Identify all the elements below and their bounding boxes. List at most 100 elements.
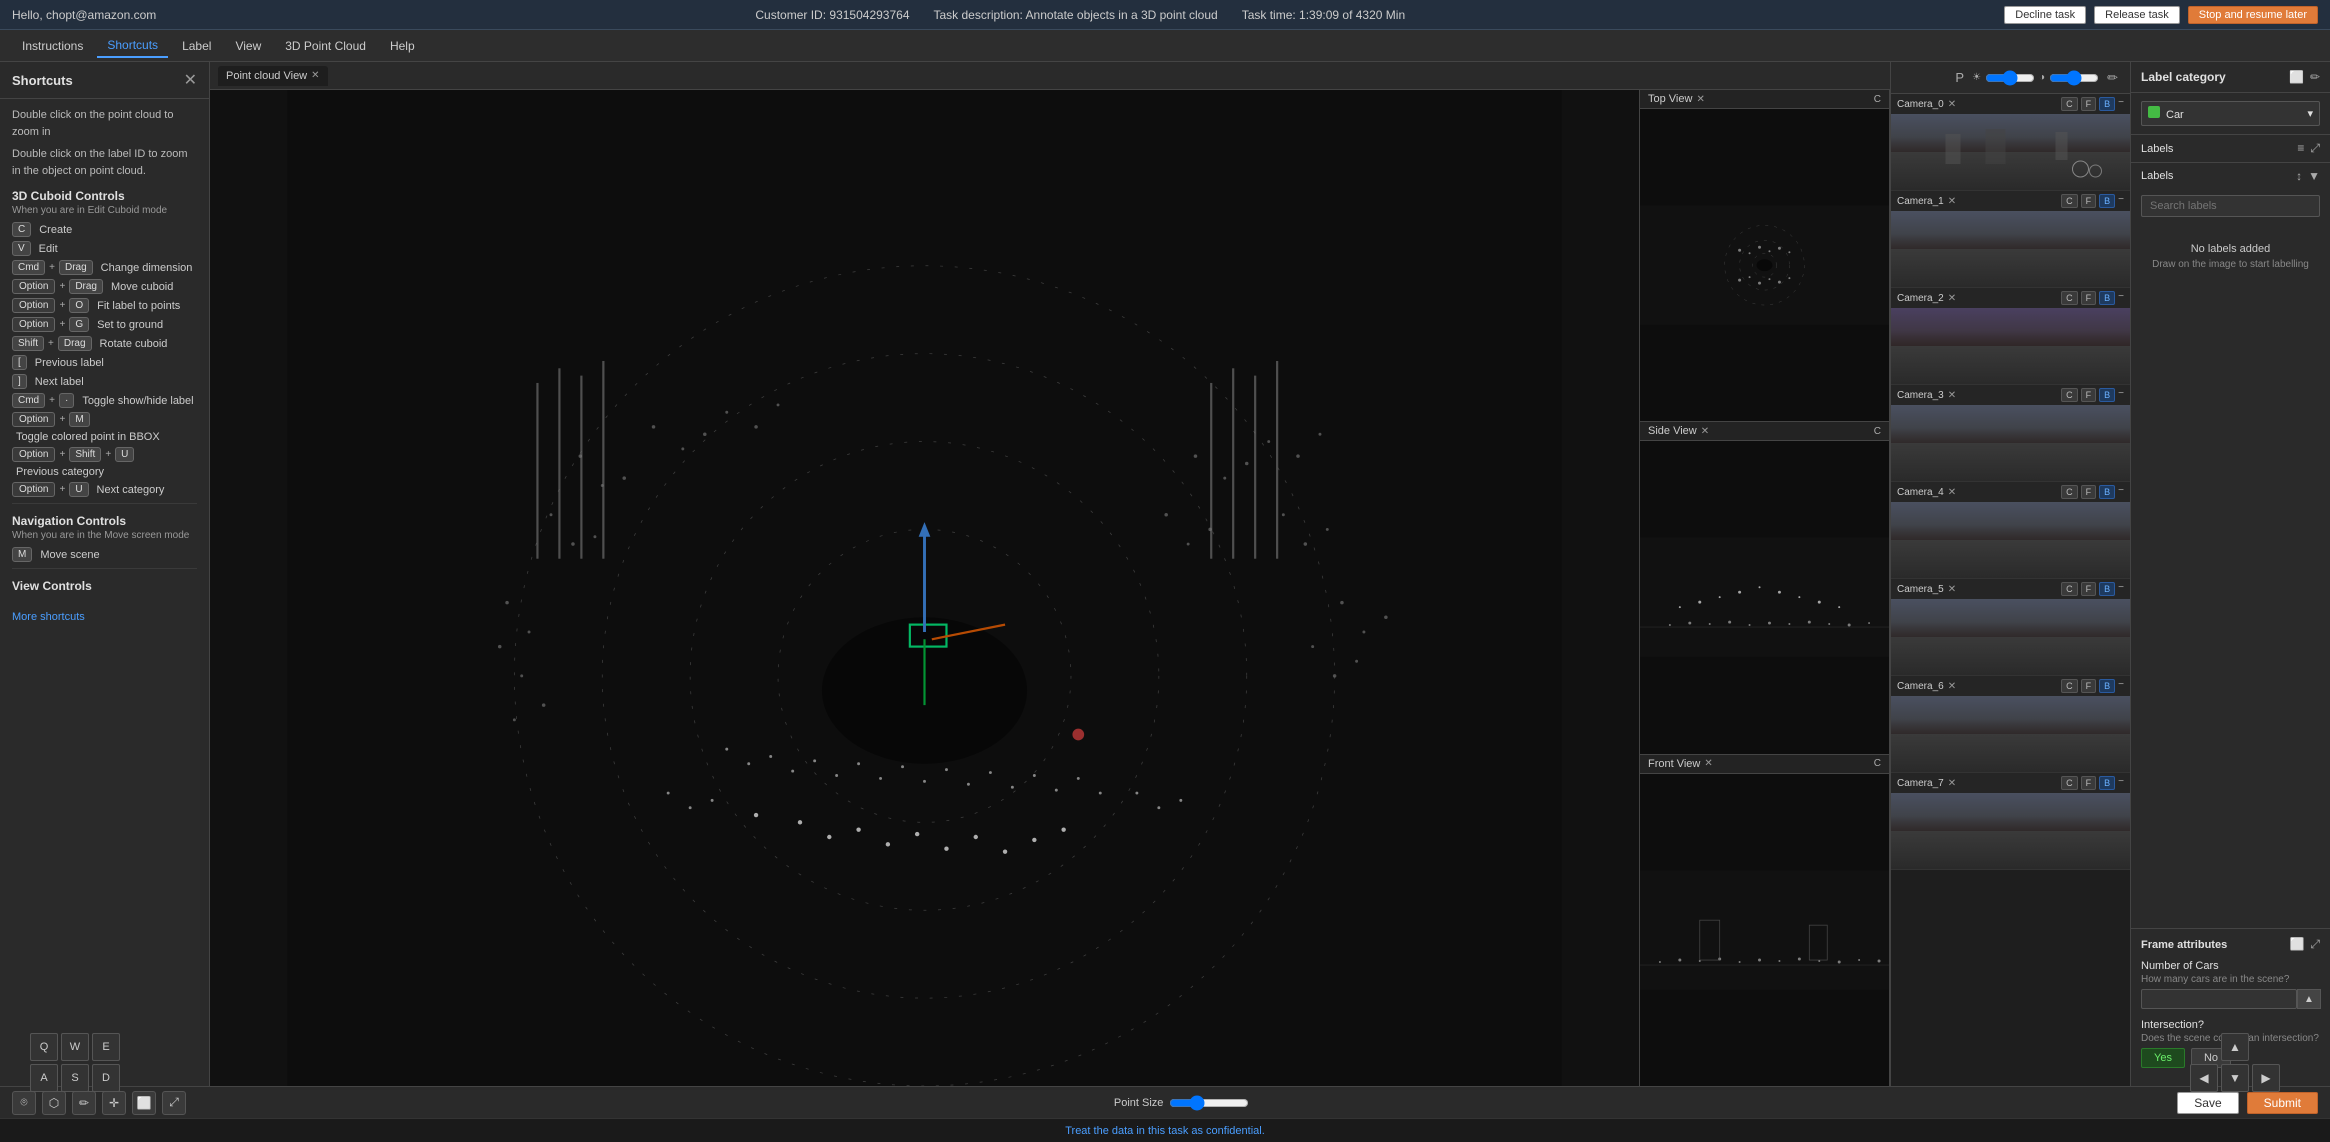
camera-0-b-btn[interactable]: B <box>2099 97 2115 111</box>
camera-3-f-btn[interactable]: F <box>2081 388 2097 402</box>
camera-7-b-btn[interactable]: B <box>2099 776 2115 790</box>
num-cars-stepper: ▲ <box>2141 989 2320 1009</box>
camera-1-b-btn[interactable]: B <box>2099 194 2115 208</box>
camera-4-b-btn[interactable]: B <box>2099 485 2115 499</box>
camera-1-minimize-icon[interactable]: − <box>2118 194 2124 208</box>
camera-3-minimize-icon[interactable]: − <box>2118 388 2124 402</box>
more-shortcuts-link[interactable]: More shortcuts <box>0 603 209 631</box>
nav-instructions[interactable]: Instructions <box>12 35 93 57</box>
tool-polygon[interactable]: ⬡ <box>42 1091 66 1115</box>
search-labels-input[interactable] <box>2141 195 2320 217</box>
label-category-dropdown[interactable]: Car ▾ <box>2141 101 2320 126</box>
num-cars-input[interactable] <box>2141 989 2297 1009</box>
camera-6-c-btn[interactable]: C <box>2061 679 2078 693</box>
camera-4-close[interactable]: ✕ <box>1948 487 1956 498</box>
camera-6-b-btn[interactable]: B <box>2099 679 2115 693</box>
front-view-canvas[interactable] <box>1640 774 1889 1086</box>
frame-attr-collapse-icon[interactable]: ⬜ <box>2289 937 2304 952</box>
nav-help[interactable]: Help <box>380 35 425 57</box>
labels-options-icon[interactable]: ▼ <box>2308 169 2320 183</box>
brightness-slider[interactable] <box>1985 70 2035 86</box>
camera-5-b-btn[interactable]: B <box>2099 582 2115 596</box>
camera-edit-icon[interactable]: ✏ <box>2103 68 2122 88</box>
label-cat-icon-1[interactable]: ⬜ <box>2289 70 2304 84</box>
frame-attr-expand-icon[interactable]: ⤢ <box>2310 937 2320 952</box>
stop-resume-button[interactable]: Stop and resume later <box>2188 6 2318 24</box>
num-cars-stepper-up[interactable]: ▲ <box>2297 989 2321 1009</box>
camera-7-close[interactable]: ✕ <box>1948 778 1956 789</box>
side-view-section: Side View ✕ C <box>1640 422 1889 754</box>
top-view-canvas[interactable] <box>1640 109 1889 421</box>
label-next-cat: Next category <box>97 484 165 496</box>
point-cloud-canvas[interactable]: ▲ ◀ ▼ ▶ Q <box>210 90 1639 1086</box>
point-size-slider[interactable] <box>1169 1095 1249 1111</box>
camera-1-c-btn[interactable]: C <box>2061 194 2078 208</box>
camera-5-title-container: Camera_5 ✕ <box>1897 584 1956 595</box>
nav-label[interactable]: Label <box>172 35 221 57</box>
point-cloud-tab[interactable]: Point cloud View ✕ <box>218 66 328 86</box>
front-view-close[interactable]: ✕ <box>1704 758 1712 769</box>
label-toggle-label: Toggle show/hide label <box>82 395 193 407</box>
nav-view[interactable]: View <box>225 35 271 57</box>
camera-2-f-btn[interactable]: F <box>2081 291 2097 305</box>
save-button[interactable]: Save <box>2177 1092 2238 1114</box>
tool-lasso[interactable]: ⌾ <box>12 1091 36 1115</box>
camera-3-b-btn[interactable]: B <box>2099 388 2115 402</box>
label-cat-icon-2[interactable]: ✏ <box>2310 70 2320 84</box>
camera-3-close[interactable]: ✕ <box>1948 390 1956 401</box>
tool-expand[interactable]: ⤢ <box>162 1091 186 1115</box>
camera-2-close[interactable]: ✕ <box>1948 293 1956 304</box>
camera-0-c-btn[interactable]: C <box>2061 97 2078 111</box>
camera-4-minimize-icon[interactable]: − <box>2118 485 2124 499</box>
camera-5-f-btn[interactable]: F <box>2081 582 2097 596</box>
release-task-button[interactable]: Release task <box>2094 6 2180 24</box>
camera-6-f-btn[interactable]: F <box>2081 679 2097 693</box>
camera-6-minimize-icon[interactable]: − <box>2118 679 2124 693</box>
tool-move[interactable]: ✛ <box>102 1091 126 1115</box>
camera-2-b-btn[interactable]: B <box>2099 291 2115 305</box>
camera-3-c-btn[interactable]: C <box>2061 388 2078 402</box>
dropdown-arrow-icon: ▾ <box>2307 107 2313 120</box>
camera-0-minimize-icon[interactable]: − <box>2118 97 2124 111</box>
camera-6-close[interactable]: ✕ <box>1948 681 1956 692</box>
side-view-close[interactable]: ✕ <box>1701 426 1709 437</box>
contrast-slider[interactable] <box>2049 70 2099 86</box>
decline-task-button[interactable]: Decline task <box>2004 6 2086 24</box>
camera-2-c-btn[interactable]: C <box>2061 291 2078 305</box>
nav-shortcuts[interactable]: Shortcuts <box>97 34 168 58</box>
camera-5-minimize-icon[interactable]: − <box>2118 582 2124 596</box>
top-bar-actions: Decline task Release task Stop and resum… <box>2004 6 2318 24</box>
camera-1-f-btn[interactable]: F <box>2081 194 2097 208</box>
key-c: C <box>12 222 31 237</box>
camera-0-close[interactable]: ✕ <box>1948 99 1956 110</box>
camera-4-c-btn[interactable]: C <box>2061 485 2078 499</box>
labels-expand-icon[interactable]: ⤢ <box>2310 141 2320 156</box>
nav-3dpc[interactable]: 3D Point Cloud <box>275 35 376 57</box>
sidebar-close-button[interactable]: ✕ <box>184 70 197 90</box>
camera-4-f-btn[interactable]: F <box>2081 485 2097 499</box>
front-view-expand-icon[interactable]: C <box>1874 758 1881 769</box>
side-view-expand-icon[interactable]: C <box>1874 426 1881 437</box>
point-cloud-tab-close[interactable]: ✕ <box>311 70 319 81</box>
labels-sort-icon[interactable]: ↕ <box>2296 169 2302 183</box>
camera-5-close[interactable]: ✕ <box>1948 584 1956 595</box>
camera-toolbar-icon-1[interactable]: P <box>1951 68 1968 87</box>
camera-0-f-btn[interactable]: F <box>2081 97 2097 111</box>
camera-3-image <box>1891 405 2130 481</box>
yes-button[interactable]: Yes <box>2141 1048 2185 1068</box>
camera-7-f-btn[interactable]: F <box>2081 776 2097 790</box>
submit-button[interactable]: Submit <box>2247 1092 2318 1114</box>
tool-pencil[interactable]: ✏ <box>72 1091 96 1115</box>
top-view-close[interactable]: ✕ <box>1696 94 1704 105</box>
top-view-expand-icon[interactable]: C <box>1874 94 1881 105</box>
camera-2-minimize-icon[interactable]: − <box>2118 291 2124 305</box>
camera-7-minimize-icon[interactable]: − <box>2118 776 2124 790</box>
camera-1-close[interactable]: ✕ <box>1948 196 1956 207</box>
labels-filter-icon[interactable]: ≡ <box>2297 141 2304 156</box>
label-create: Create <box>39 224 72 236</box>
camera-0-title-container: Camera_0 ✕ <box>1897 99 1956 110</box>
tool-select[interactable]: ⬜ <box>132 1091 156 1115</box>
camera-5-c-btn[interactable]: C <box>2061 582 2078 596</box>
side-view-canvas[interactable] <box>1640 441 1889 753</box>
camera-7-c-btn[interactable]: C <box>2061 776 2078 790</box>
